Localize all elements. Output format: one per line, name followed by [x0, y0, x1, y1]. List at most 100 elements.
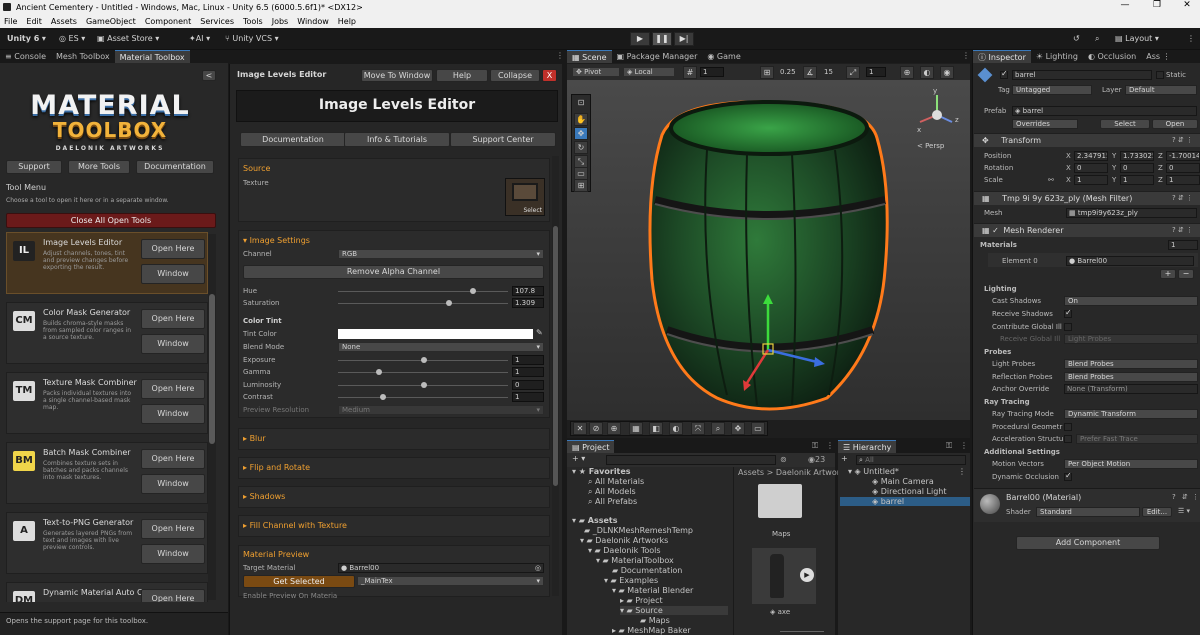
folder-examples[interactable]: ▾ ▰ Examples — [604, 576, 658, 585]
window-button[interactable]: Window — [141, 404, 205, 424]
hierarchy-directional-light[interactable]: ◈ Directional Light — [872, 487, 946, 496]
account-button[interactable]: ◎ ES ▾ — [56, 32, 88, 46]
layer-dropdown[interactable]: Default — [1125, 85, 1197, 95]
menu-services[interactable]: Services — [200, 17, 234, 26]
transform-tool-icon[interactable]: ⊞ — [574, 179, 588, 192]
grid-size-field[interactable]: 1 — [700, 67, 724, 77]
remove-element-button[interactable]: − — [1178, 269, 1194, 279]
open-here-button[interactable]: Open Here — [141, 379, 205, 399]
maintex-dropdown[interactable]: _MainTex ▾ — [357, 576, 544, 586]
asset-store-button[interactable]: ▣ Asset Store ▾ — [94, 32, 162, 46]
maps-folder-label[interactable]: Maps — [772, 530, 790, 538]
reflection-probes-dropdown[interactable]: Blend Probes — [1064, 372, 1198, 382]
window-button[interactable]: Window — [141, 474, 205, 494]
transform-help-icon[interactable]: ? ⇵ ⋮ — [1172, 136, 1193, 144]
menu-component[interactable]: Component — [145, 17, 191, 26]
preview-resolution-dropdown[interactable]: Medium ▾ — [338, 405, 544, 415]
scale-snap-icon[interactable]: ⤢ — [846, 66, 860, 79]
step-icon[interactable]: ▶| — [674, 32, 694, 46]
scene-menu-icon[interactable]: ⋮ — [962, 51, 970, 60]
fav-all-prefabs[interactable]: ⌕ All Prefabs — [588, 497, 637, 507]
link-scale-icon[interactable]: ⚯ — [1048, 176, 1054, 184]
pivot-dropdown[interactable]: ✥ Pivot — [572, 67, 620, 77]
menu-assets[interactable]: Assets — [51, 17, 77, 26]
prefab-select-button[interactable]: Select — [1100, 119, 1150, 129]
menu-tools[interactable]: Tools — [243, 17, 263, 26]
ray-tracing-mode-dropdown[interactable]: Dynamic Transform — [1064, 409, 1198, 419]
hue-slider-track[interactable] — [338, 291, 508, 292]
tool-icon-10[interactable]: ▭ — [751, 422, 765, 435]
exposure-slider-handle[interactable] — [421, 357, 427, 363]
project-lock-icon[interactable]: ⚿ — [812, 441, 818, 451]
angle-value[interactable]: 15 — [824, 68, 833, 76]
pos-y-field[interactable]: 1.733025 — [1120, 151, 1154, 161]
material-menu-icon[interactable]: ⋮ — [1192, 493, 1199, 501]
light-probes-dropdown[interactable]: Blend Probes — [1064, 359, 1198, 369]
history-icon[interactable]: ↺ — [1070, 32, 1083, 46]
anchor-override-field[interactable]: None (Transform) — [1064, 384, 1198, 394]
object-active-checkbox[interactable] — [1000, 69, 1008, 79]
tool-icon-3[interactable]: ⊕ — [607, 422, 621, 435]
project-divider[interactable] — [733, 467, 734, 635]
contrast-slider-track[interactable] — [338, 397, 508, 398]
tab-material-toolbox[interactable]: Material Toolbox — [114, 50, 190, 63]
fav-all-materials[interactable]: ⌕ All Materials — [588, 477, 644, 487]
hue-slider-handle[interactable] — [470, 288, 476, 294]
ai-button[interactable]: ✦AI ▾ — [186, 32, 213, 46]
tab-package-manager[interactable]: ▣ Package Manager — [612, 50, 703, 63]
menu-edit[interactable]: Edit — [26, 17, 42, 26]
play-preview-icon[interactable]: ▶ — [800, 568, 814, 582]
menu-file[interactable]: File — [4, 17, 17, 26]
more-tools-button[interactable]: More Tools — [68, 160, 130, 174]
tool-card-image-levels[interactable]: IL Image Levels Editor Adjust channels, … — [6, 232, 208, 294]
local-dropdown[interactable]: ◈ Local — [623, 67, 675, 77]
prefab-open-button[interactable]: Open — [1152, 119, 1198, 129]
tab-asset[interactable]: Ass ⋮ — [1141, 50, 1175, 63]
pos-x-field[interactable]: 2.347915 — [1074, 151, 1108, 161]
open-here-button[interactable]: Open Here — [141, 519, 205, 539]
menu-jobs[interactable]: Jobs — [272, 17, 289, 26]
contrast-slider-handle[interactable] — [380, 394, 386, 400]
cast-shadows-dropdown[interactable]: On — [1064, 296, 1198, 306]
flip-rotate-header[interactable]: ▸ Flip and Rotate — [243, 463, 310, 472]
support-center-button[interactable]: Support Center — [450, 132, 556, 147]
add-element-button[interactable]: + — [1160, 269, 1176, 279]
scale-y-field[interactable]: 1 — [1120, 175, 1154, 185]
ray-tracing-header[interactable]: Ray Tracing — [984, 398, 1030, 406]
get-selected-button[interactable]: Get Selected — [243, 575, 355, 588]
fav-all-models[interactable]: ⌕ All Models — [588, 487, 636, 497]
scale-snap-field[interactable]: 1 — [866, 67, 886, 77]
material-settings-icon[interactable]: ⇵ — [1182, 493, 1188, 501]
move-tool-icon[interactable]: ✥ — [574, 127, 588, 140]
hierarchy-scene[interactable]: ▾ ◈ Untitled* ⋮ — [848, 467, 966, 476]
contribute-gi-checkbox[interactable] — [1064, 323, 1072, 331]
tool-card-texture-mask[interactable]: TM Texture Mask Combiner Packs individua… — [6, 372, 208, 434]
shading-icon[interactable]: ◐ — [920, 66, 934, 79]
blur-section[interactable] — [238, 428, 550, 450]
tool-card-text-to-png[interactable]: A Text-to-PNG Generator Generates layere… — [6, 512, 208, 574]
project-add-icon[interactable]: + ▾ — [572, 454, 585, 463]
documentation-button[interactable]: Documentation — [136, 160, 214, 174]
shader-list-icon[interactable]: ☰ ▾ — [1178, 507, 1190, 515]
saturation-slider-track[interactable] — [338, 303, 508, 304]
folder-material-toolbox[interactable]: ▾ ▰ MaterialToolbox — [596, 556, 674, 565]
search-icon[interactable]: ⌕ — [1092, 32, 1102, 46]
more-icon[interactable]: ⋮ — [1184, 32, 1198, 46]
folder-material-blender[interactable]: ▾ ▰ Material Blender — [612, 586, 693, 595]
scale-x-field[interactable]: 1 — [1074, 175, 1108, 185]
materials-count[interactable]: 1 — [1168, 240, 1198, 250]
material-help-icon[interactable]: ? — [1172, 493, 1176, 501]
motion-vectors-dropdown[interactable]: Per Object Motion — [1064, 459, 1198, 469]
static-checkbox[interactable] — [1156, 71, 1164, 79]
move-to-window-button[interactable]: Move To Window — [361, 69, 433, 82]
scene-viewport[interactable]: y x z < Persp ⊡ ✋ ✥ ↻ ⤡ ▭ ⊞ — [567, 80, 970, 420]
rot-y-field[interactable]: 0 — [1120, 163, 1154, 173]
gizmo-icon[interactable]: ⊕ — [900, 66, 914, 79]
remove-alpha-button[interactable]: Remove Alpha Channel — [243, 265, 544, 279]
menu-help[interactable]: Help — [338, 17, 356, 26]
fill-channel-header[interactable]: ▸ Fill Channel with Texture — [243, 521, 347, 530]
additional-settings-header[interactable]: Additional Settings — [984, 448, 1060, 456]
scene-menu-icon[interactable]: ⋮ — [958, 467, 966, 476]
visibility-icon[interactable]: ◉ — [940, 66, 954, 79]
tab-project[interactable]: ▤ Project — [567, 440, 615, 453]
